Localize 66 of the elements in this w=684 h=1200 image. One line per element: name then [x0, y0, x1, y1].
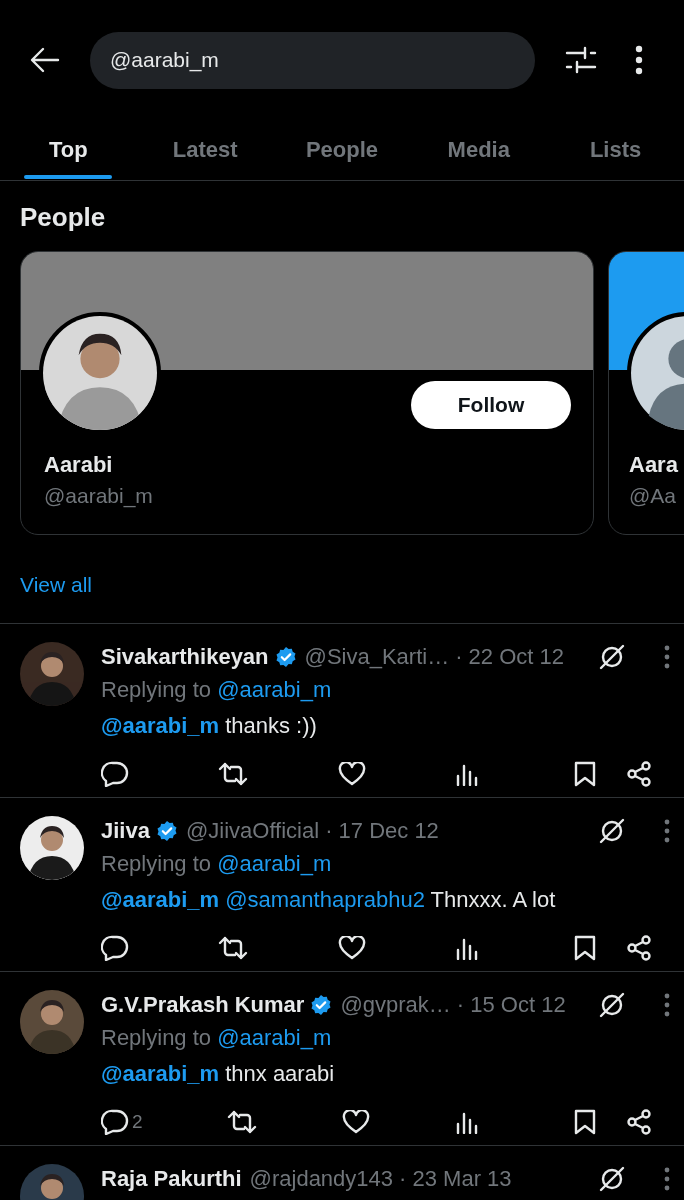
- tweet-text: @aarabi_m @samanthaprabhu2 Thnxxx. A lot: [101, 886, 557, 914]
- share-icon[interactable]: [626, 1109, 652, 1135]
- author-name[interactable]: Raja Pakurthi: [101, 1166, 242, 1192]
- tweet-date: · 22 Oct 12: [455, 644, 564, 670]
- reply-count: 2: [132, 1111, 143, 1133]
- bookmark-icon[interactable]: [574, 761, 596, 787]
- tab[interactable]: Latest: [136, 120, 274, 180]
- profile-card[interactable]: Aara @Aa: [608, 251, 684, 535]
- profile-card[interactable]: Follow Aarabi @aarabi_m: [20, 251, 594, 535]
- mention-link[interactable]: @aarabi_m: [101, 713, 220, 738]
- more-options-icon[interactable]: [635, 45, 643, 75]
- bookmark-icon[interactable]: [574, 1109, 596, 1135]
- profile-name: Aarabi: [44, 452, 113, 478]
- reply-context: Replying to @aarabi_m: [101, 1024, 333, 1052]
- mention-link[interactable]: @aarabi_m: [101, 887, 220, 912]
- author-handle[interactable]: @Siva_Karti…: [304, 644, 450, 670]
- slashed-circle-icon[interactable]: [598, 1165, 626, 1193]
- profile-handle: @Aa: [629, 484, 676, 508]
- tab[interactable]: People: [273, 120, 411, 180]
- view-all-link[interactable]: View all: [20, 573, 92, 597]
- author-name[interactable]: G.V.Prakash Kumar: [101, 992, 305, 1018]
- mention-link[interactable]: @aarabi_m: [217, 677, 332, 702]
- mention-link[interactable]: @samanthaprabhu2: [225, 887, 425, 912]
- reply-icon[interactable]: [101, 935, 129, 961]
- views-icon[interactable]: [455, 936, 479, 960]
- tab[interactable]: Media: [410, 120, 548, 180]
- heart-icon[interactable]: [342, 1110, 371, 1134]
- profile-name: Aara: [629, 452, 678, 478]
- heart-icon[interactable]: [337, 762, 366, 786]
- mention-link[interactable]: @aarabi_m: [101, 1061, 220, 1086]
- follow-button[interactable]: Follow: [411, 381, 571, 429]
- slashed-circle-icon[interactable]: [598, 991, 626, 1019]
- tab[interactable]: Lists: [547, 120, 684, 180]
- section-heading: People: [19, 201, 107, 234]
- tweet-date: · 23 Mar 13: [399, 1166, 512, 1192]
- share-icon[interactable]: [626, 761, 652, 787]
- author-handle[interactable]: @JiivaOfficial: [185, 818, 320, 844]
- profile-handle: @aarabi_m: [44, 484, 153, 508]
- mention-link[interactable]: @aarabi_m: [217, 851, 332, 876]
- share-icon[interactable]: [626, 935, 652, 961]
- bookmark-icon[interactable]: [574, 935, 596, 961]
- tweet-date: · 15 Oct 12: [456, 992, 566, 1018]
- retweet-icon[interactable]: [218, 762, 249, 786]
- tweet-date: · 17 Dec 12: [325, 818, 439, 844]
- reply-context: Replying to @aarabi_m: [101, 850, 333, 878]
- views-icon[interactable]: [455, 762, 479, 786]
- mention-link[interactable]: @aarabi_m: [217, 1025, 332, 1050]
- author-handle[interactable]: @rajdandy143: [249, 1166, 394, 1192]
- tweet-text: @aarabi_m thanks :)): [101, 712, 318, 740]
- reply-icon[interactable]: [101, 761, 129, 787]
- retweet-icon[interactable]: [227, 1110, 258, 1134]
- reply-context: Replying to @aarabi_m: [101, 676, 333, 704]
- slashed-circle-icon[interactable]: [598, 643, 626, 671]
- author-name[interactable]: Jiiva: [101, 818, 150, 844]
- author-name[interactable]: Sivakarthikeyan: [101, 644, 269, 670]
- filter-icon[interactable]: [565, 45, 597, 75]
- views-icon[interactable]: [454, 1110, 479, 1134]
- tab[interactable]: Top: [0, 120, 137, 180]
- reply-icon[interactable]: [101, 1109, 129, 1135]
- tweet-text: @aarabi_m thnx aarabi: [101, 1060, 336, 1088]
- slashed-circle-icon[interactable]: [598, 817, 626, 845]
- heart-icon[interactable]: [337, 936, 366, 960]
- back-arrow-icon[interactable]: [30, 47, 60, 73]
- search-field[interactable]: @aarabi_m: [90, 31, 535, 89]
- author-handle[interactable]: @gvprak…: [340, 992, 451, 1018]
- retweet-icon[interactable]: [218, 936, 249, 960]
